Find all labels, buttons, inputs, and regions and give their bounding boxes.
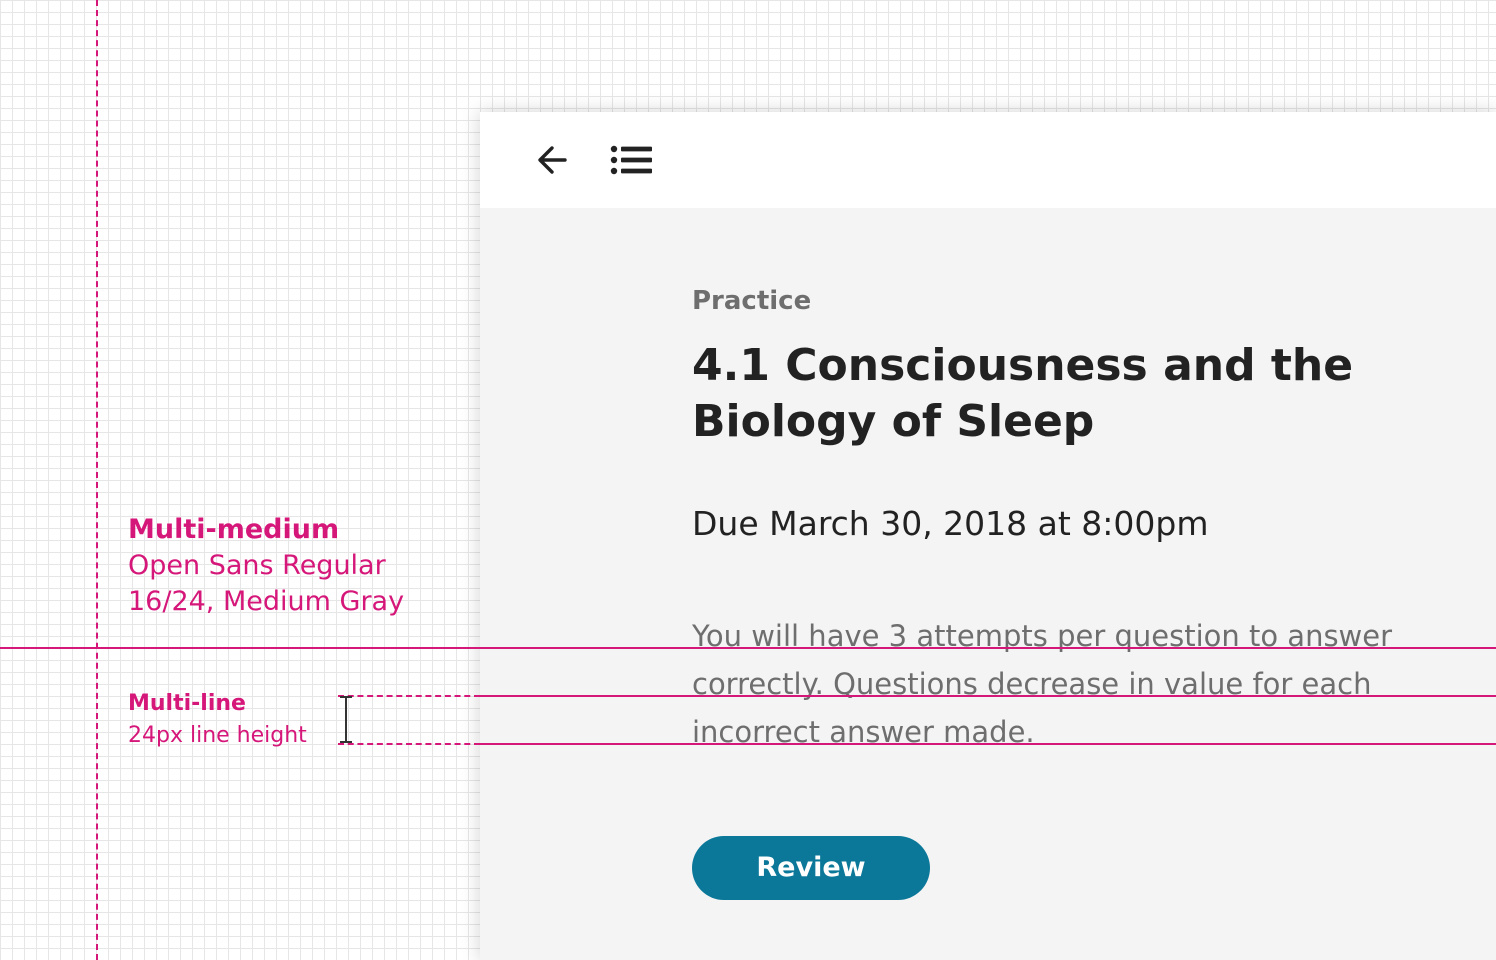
annotation-multi-line: Multi-line 24px line height [128,688,307,752]
top-bar [480,112,1496,208]
line-height-guide [480,695,1496,697]
line-height-guide [480,743,1496,745]
line-height-marker-icon [340,696,352,743]
course-card: Practice 4.1 Consciousness and the Biolo… [480,112,1496,960]
description-text: You will have 3 attempts per question to… [692,619,1393,749]
baseline-guide [0,647,1496,649]
page-title: 4.1 Consciousness and the Biology of Sle… [692,340,1354,447]
annotation-multi-medium: Multi-medium Open Sans Regular 16/24, Me… [128,512,404,620]
arrow-left-icon [538,146,567,174]
category-label: Practice [692,286,812,316]
list-menu-button[interactable] [608,136,656,184]
review-button[interactable]: Review [692,836,930,900]
annotation-font: Open Sans Regular [128,550,386,581]
vertical-guide-line [96,0,98,960]
due-date: Due March 30, 2018 at 8:00pm [692,504,1209,543]
list-icon [610,145,652,175]
dashed-guide [338,695,480,697]
annotation-title: Multi-medium [128,514,340,545]
back-button[interactable] [528,136,576,184]
annotation-title: Multi-line [128,691,246,716]
dashed-guide [338,743,480,745]
annotation-spec: 24px line height [128,723,307,748]
annotation-spec: 16/24, Medium Gray [128,586,405,617]
